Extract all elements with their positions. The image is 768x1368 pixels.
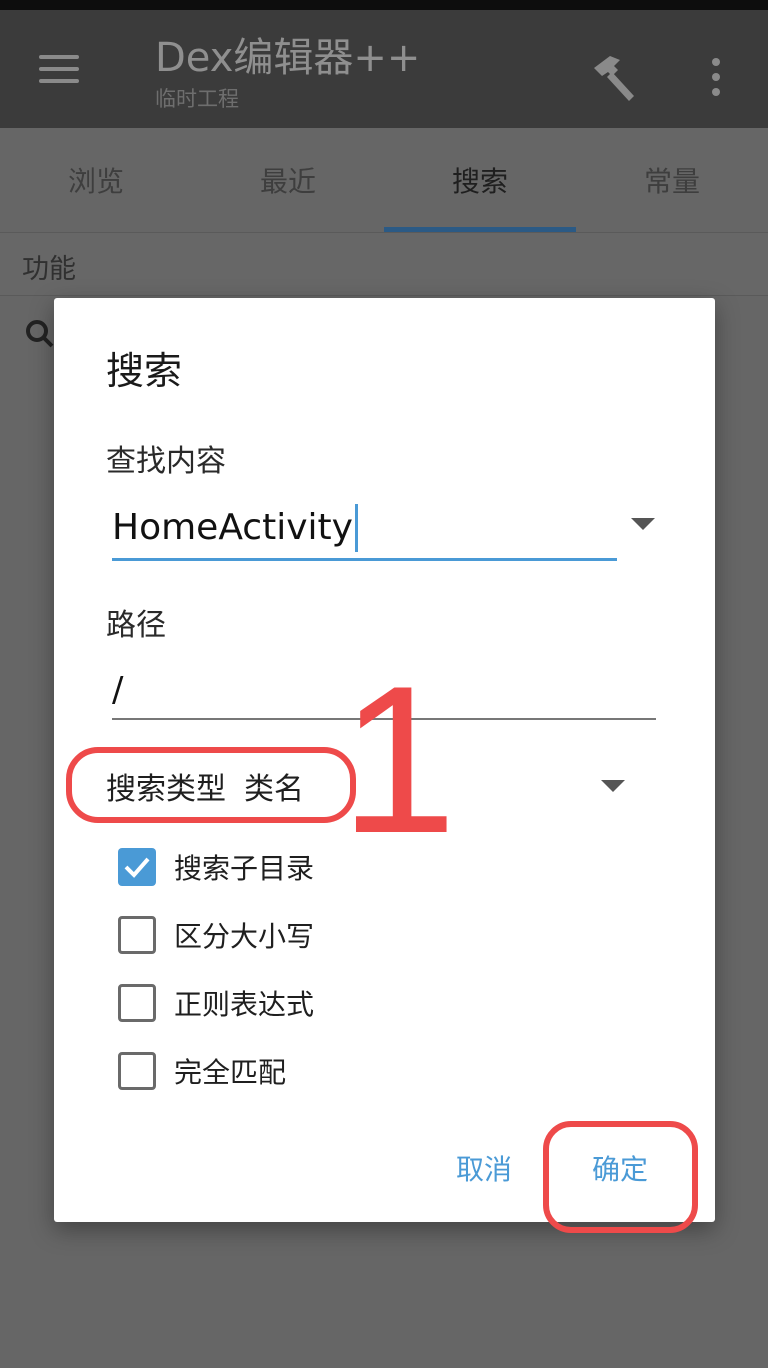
find-content-value: HomeActivity [112, 507, 353, 548]
app-title: Dex编辑器++ [155, 35, 421, 81]
search-type-selector[interactable]: 搜索类型 类名 [106, 764, 304, 808]
more-vert-icon [712, 58, 720, 66]
checkbox-unchecked-icon [118, 1052, 156, 1090]
dialog-title: 搜索 [106, 349, 183, 393]
checkbox-label: 完全匹配 [174, 1056, 287, 1089]
search-type-value: 类名 [244, 772, 304, 807]
checkbox-search-subdirectories[interactable]: 搜索子目录 [118, 844, 314, 890]
section-header: 功能 [0, 232, 768, 296]
find-history-dropdown-icon[interactable] [628, 512, 658, 536]
menu-button[interactable] [26, 40, 92, 98]
checkbox-exact-match[interactable]: 完全匹配 [118, 1048, 286, 1094]
hammer-icon [594, 56, 634, 101]
cancel-button[interactable]: 取消 [456, 1148, 512, 1188]
tab-recent[interactable]: 最近 [192, 128, 384, 232]
checkbox-regex[interactable]: 正则表达式 [118, 980, 314, 1026]
hamburger-menu-icon [39, 55, 79, 59]
checkbox-checked-icon [118, 848, 156, 886]
section-label: 功能 [22, 254, 76, 285]
checkbox-label: 正则表达式 [174, 988, 315, 1021]
find-content-label: 查找内容 [106, 444, 226, 479]
tab-bar: 浏览 最近 搜索 常量 [0, 128, 768, 232]
build-button[interactable] [584, 46, 646, 108]
checkbox-unchecked-icon [118, 984, 156, 1022]
app-bar: Dex编辑器++ 临时工程 [0, 10, 768, 128]
status-bar [0, 0, 768, 10]
text-cursor [354, 504, 358, 552]
search-type-dropdown-icon[interactable] [598, 774, 628, 798]
search-dialog: 搜索 查找内容 HomeActivity 路径 / 搜索类型 类名 搜索子目录 区… [54, 298, 715, 1222]
checkbox-label: 区分大小写 [174, 920, 315, 953]
app-subtitle: 临时工程 [155, 87, 239, 111]
search-icon [26, 320, 54, 348]
find-content-input[interactable]: HomeActivity [112, 498, 617, 561]
checkbox-unchecked-icon [118, 916, 156, 954]
tab-constants[interactable]: 常量 [576, 128, 768, 232]
tab-browse[interactable]: 浏览 [0, 128, 192, 232]
tab-search[interactable]: 搜索 [384, 128, 576, 232]
path-label: 路径 [106, 608, 166, 643]
search-type-label: 搜索类型 [106, 772, 226, 807]
overflow-menu-button[interactable] [690, 46, 742, 108]
ok-button[interactable]: 确定 [592, 1148, 648, 1188]
checkbox-case-sensitive[interactable]: 区分大小写 [118, 912, 314, 958]
checkbox-label: 搜索子目录 [174, 852, 315, 885]
path-input[interactable]: / [112, 666, 656, 720]
